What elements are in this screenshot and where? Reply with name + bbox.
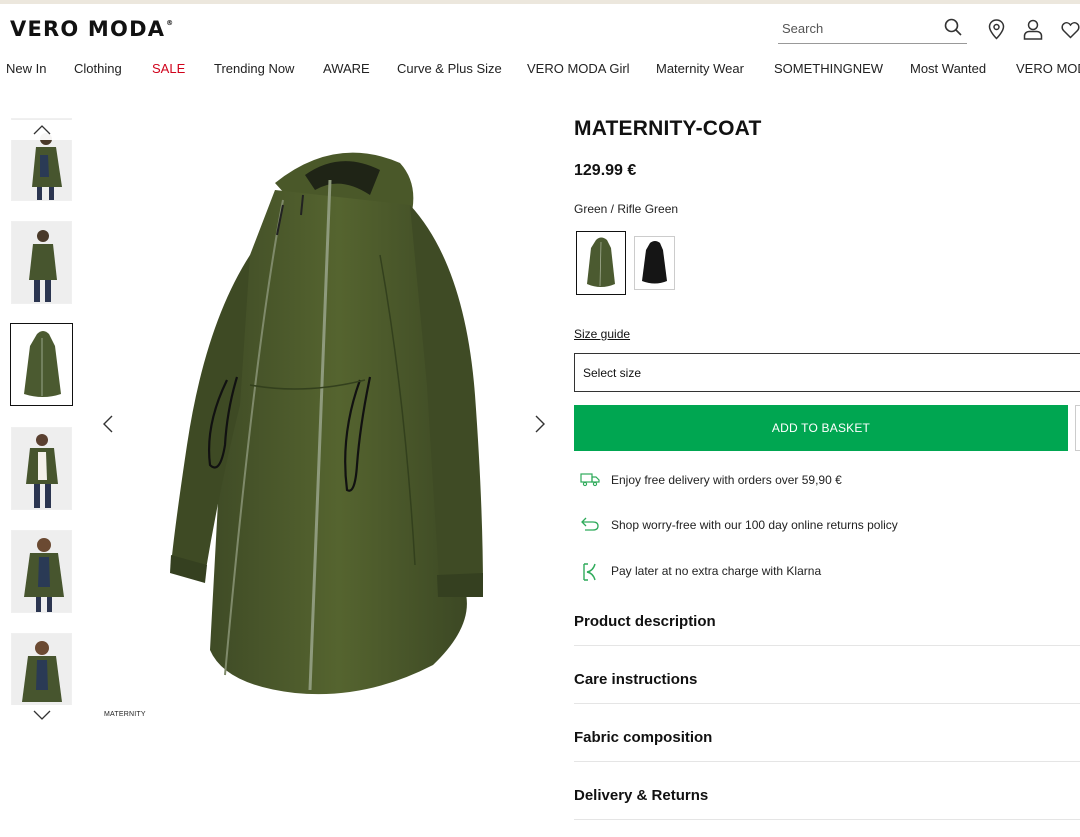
search-bar[interactable]	[778, 16, 967, 44]
accordion-fabric-composition[interactable]: Fabric composition	[574, 716, 1080, 762]
return-arrow-icon	[580, 516, 600, 535]
nav-item-clothing[interactable]: Clothing	[74, 61, 122, 76]
size-guide-link[interactable]: Size guide	[574, 327, 630, 341]
nav-item-most-wanted[interactable]: Most Wanted	[910, 61, 986, 76]
main-navigation: New In Clothing SALE Trending Now AWARE …	[0, 61, 1080, 81]
thumbnails-up-arrow[interactable]	[11, 120, 72, 140]
nav-item-sale[interactable]: SALE	[152, 61, 185, 76]
nav-item-aware[interactable]: AWARE	[323, 61, 370, 76]
color-swatch-black[interactable]	[634, 236, 675, 290]
wishlist-button[interactable]	[1075, 405, 1080, 451]
nav-item-trending-now[interactable]: Trending Now	[214, 61, 294, 76]
top-strip	[0, 0, 1080, 4]
main-product-image[interactable]	[165, 145, 495, 715]
nav-item-new-in[interactable]: New In	[6, 61, 46, 76]
color-swatch-green[interactable]	[576, 231, 626, 295]
klarna-icon	[580, 562, 600, 585]
gallery-next-arrow[interactable]	[534, 414, 546, 439]
location-pin-icon[interactable]	[988, 19, 1005, 45]
product-title: MATERNITY-COAT	[574, 117, 762, 140]
nav-item-somethingnew[interactable]: SOMETHINGNEW	[774, 61, 883, 76]
account-icon[interactable]	[1023, 19, 1043, 45]
nav-item-vero-moda[interactable]: VERO MOD	[1016, 61, 1080, 76]
size-select[interactable]: Select size	[574, 353, 1080, 392]
gallery-previous-arrow[interactable]	[102, 414, 114, 439]
gallery-thumbnail-active[interactable]	[10, 323, 73, 406]
nav-item-curve-plus-size[interactable]: Curve & Plus Size	[397, 61, 502, 76]
accordion-care-instructions[interactable]: Care instructions	[574, 658, 1080, 704]
nav-item-maternity-wear[interactable]: Maternity Wear	[656, 61, 744, 76]
gallery-thumbnail[interactable]	[11, 221, 72, 304]
delivery-truck-icon	[580, 471, 600, 490]
gallery-thumbnail[interactable]	[11, 530, 72, 613]
gallery-thumbnail[interactable]	[11, 427, 72, 510]
selected-color-label: Green / Rifle Green	[574, 202, 679, 216]
thumbnails-down-arrow[interactable]	[11, 705, 72, 725]
add-to-basket-button[interactable]: ADD TO BASKET	[574, 405, 1068, 451]
heart-icon[interactable]	[1061, 21, 1080, 44]
brand-logo[interactable]: VERO MODA®	[10, 17, 174, 41]
accordion-product-description[interactable]: Product description	[574, 600, 1080, 646]
accordion-delivery-returns[interactable]: Delivery & Returns	[574, 774, 1080, 820]
nav-item-vero-moda-girl[interactable]: VERO MODA Girl	[527, 61, 630, 76]
search-icon[interactable]	[944, 18, 962, 41]
product-price: 129.99 €	[574, 162, 637, 179]
gallery-thumbnail[interactable]	[11, 633, 72, 716]
search-input[interactable]	[778, 16, 932, 40]
image-caption: MATERNITY	[104, 711, 146, 718]
